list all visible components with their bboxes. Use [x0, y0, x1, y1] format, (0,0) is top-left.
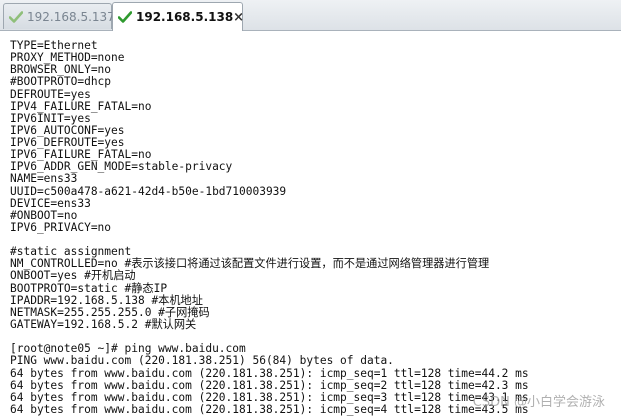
tab-session-192-168-5-138[interactable]: 192.168.5.138 ×: [112, 2, 244, 31]
terminal-line: #ONBOOT=no: [10, 208, 78, 222]
tab-label: 192.168.5.138: [136, 10, 234, 24]
terminal-line: DEFROUTE=yes: [10, 87, 91, 101]
terminal-line: ONBOOT=yes #开机启动: [10, 269, 136, 283]
terminal-line: IPV6INIT=yes: [10, 111, 91, 125]
check-icon: [9, 10, 23, 23]
terminal-line: IPADDR=192.168.5.138 #本机地址: [10, 293, 203, 307]
check-icon: [118, 11, 132, 23]
terminal-line: IPV6_PRIVACY=no: [10, 220, 112, 234]
terminal-line: #BOOTPROTO=dhcp: [10, 75, 112, 89]
terminal-line: IPV4_FAILURE_FATAL=no: [10, 99, 152, 113]
terminal-output[interactable]: TYPE=Ethernet PROXY_METHOD=none BROWSER_ON…: [0, 31, 621, 416]
tab-close-icon[interactable]: ×: [233, 11, 244, 24]
terminal-line: 64 bytes from www.baidu.com (220.181.38.…: [10, 402, 529, 416]
terminal-line: UUID=c500a478-a621-42d4-b50e-1bd71000393…: [10, 184, 287, 198]
terminal-line: BOOTPROTO=static #静态IP: [10, 281, 168, 295]
watermark: CSDN @小白学会游泳: [472, 395, 605, 410]
terminal-line: NAME=ens33: [10, 172, 78, 186]
terminal-line: GATEWAY=192.168.5.2 #默认网关: [10, 317, 197, 331]
tab-session-192-168-5-137[interactable]: 192.168.5.137: [3, 3, 115, 29]
terminal-line: PING www.baidu.com (220.181.38.251) 56(8…: [10, 354, 394, 368]
terminal-line: DEVICE=ens33: [10, 196, 91, 210]
tab-label: 192.168.5.137: [27, 9, 115, 24]
terminal-line: 64 bytes from www.baidu.com (220.181.38.…: [10, 390, 529, 404]
session-tab-bar: 192.168.5.137 192.168.5.138 ×: [0, 0, 621, 31]
terminal-app-window: 192.168.5.137 192.168.5.138 × TYPE=Ether…: [0, 0, 621, 416]
terminal-line: 64 bytes from www.baidu.com (220.181.38.…: [10, 366, 529, 380]
terminal-line: 64 bytes from www.baidu.com (220.181.38.…: [10, 378, 529, 392]
